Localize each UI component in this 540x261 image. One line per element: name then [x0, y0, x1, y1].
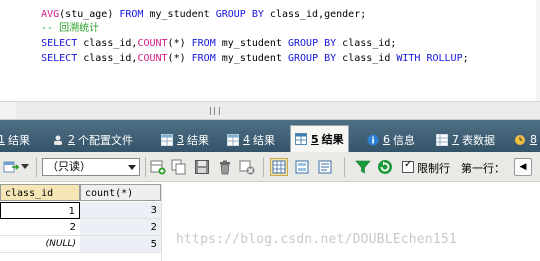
- cell-count[interactable]: 5: [80, 236, 161, 253]
- info-icon: i: [367, 134, 379, 146]
- column-header-class-id[interactable]: class_id: [0, 184, 80, 201]
- scrollbar-grip-icon[interactable]: [210, 107, 220, 115]
- table-icon: [227, 133, 239, 146]
- toolbar-divider: [36, 157, 37, 177]
- duplicate-row-icon[interactable]: [170, 158, 188, 176]
- horizontal-scrollbar[interactable]: [0, 101, 540, 120]
- filter-icon[interactable]: [354, 158, 372, 176]
- tab-label: 表数据: [462, 133, 495, 147]
- toolbar-divider: [145, 157, 146, 177]
- profile-icon: [52, 134, 64, 146]
- code-token: WITH ROLLUP: [396, 53, 463, 64]
- save-icon[interactable]: [193, 158, 211, 176]
- code-token: class_id,gender;: [263, 9, 367, 20]
- delete-row-icon[interactable]: [216, 158, 234, 176]
- tab-info[interactable]: i 6 信息: [367, 127, 415, 152]
- code-token: class_id: [336, 53, 397, 64]
- code-token: (*): [167, 53, 192, 64]
- cell-count[interactable]: 2: [80, 219, 161, 236]
- tab-label: 结果: [321, 133, 344, 146]
- first-row-label: 第一行：: [461, 162, 505, 175]
- tab-label: 结果: [187, 133, 209, 147]
- export-dropdown-icon[interactable]: [20, 158, 30, 176]
- form-view-icon[interactable]: [293, 158, 311, 176]
- svg-text:i: i: [371, 136, 374, 146]
- code-token: GROUP BY: [287, 53, 337, 64]
- cancel-changes-icon[interactable]: [238, 158, 256, 176]
- toolbar-divider: [344, 157, 345, 177]
- cell-count[interactable]: 3: [80, 202, 161, 219]
- table-row[interactable]: (NULL) 5: [0, 236, 161, 253]
- readonly-mode-select[interactable]: （只读）: [42, 158, 140, 176]
- tab-number: 8: [530, 133, 537, 146]
- tab-result-1[interactable]: 1 结果: [0, 127, 30, 152]
- code-token: my_student: [143, 9, 216, 20]
- limit-rows-label: 限制行: [417, 162, 450, 175]
- tab-number: 5: [311, 132, 319, 146]
- tab-result-3[interactable]: 3 结果: [161, 127, 209, 152]
- limit-rows-checkbox[interactable]: [402, 159, 414, 173]
- tab-label: 个配置文件: [78, 133, 133, 147]
- tab-number: 6: [383, 133, 390, 146]
- code-token: COUNT: [137, 53, 168, 64]
- editor-gutter: [536, 0, 540, 101]
- tab-number: 1: [0, 133, 5, 146]
- code-token: SELECT: [41, 53, 78, 64]
- code-token: ;: [462, 53, 469, 64]
- toolbar-divider: [263, 157, 264, 177]
- tab-table-data[interactable]: 7 表数据: [436, 127, 495, 152]
- history-icon: [514, 134, 526, 146]
- table-icon: [161, 133, 173, 146]
- insert-row-icon[interactable]: [149, 158, 167, 176]
- scrollbar-track-start: [0, 102, 16, 119]
- cell-class-id[interactable]: 1: [0, 202, 80, 219]
- code-token: GROUP BY: [215, 9, 264, 20]
- text-view-icon[interactable]: [316, 158, 334, 176]
- readonly-mode-value: （只读）: [47, 160, 91, 173]
- tab-number: 7: [452, 133, 459, 146]
- grid-border: [161, 184, 162, 261]
- watermark: https://blog.csdn.net/DOUBLEchen151: [176, 232, 457, 247]
- export-icon[interactable]: [2, 158, 20, 176]
- code-token: FROM: [119, 9, 144, 20]
- table-data-icon: [436, 133, 448, 146]
- result-tab-bar: 1结果 2个配置文件 3结果 4结果 5结果 i 6信息 7表数据: [0, 120, 540, 152]
- tab-result-5[interactable]: 5 结果: [290, 125, 349, 152]
- code-line-2: -- 回溯统计: [17, 8, 99, 34]
- tab-history[interactable]: 8: [514, 127, 540, 152]
- column-header-count[interactable]: count(*): [80, 184, 161, 201]
- code-line-4: SELECT class_id,COUNT(*) FROM my_student…: [17, 38, 469, 64]
- result-toolbar: （只读） 限制行 第一行： ◀: [0, 152, 540, 182]
- chevron-left-icon: ◀: [519, 162, 527, 172]
- chevron-down-icon: [128, 165, 136, 170]
- tab-result-4[interactable]: 4 结果: [227, 127, 275, 152]
- table-row[interactable]: 1 3: [0, 202, 161, 219]
- tab-label: 结果: [253, 133, 275, 147]
- tab-label: 结果: [8, 133, 30, 147]
- code-line-3: SELECT class_id,COUNT(*) FROM my_student…: [17, 23, 396, 49]
- tab-number: 3: [177, 133, 184, 146]
- code-token: class_id,: [77, 53, 138, 64]
- first-page-button[interactable]: ◀: [514, 158, 532, 176]
- table-icon: [295, 133, 307, 145]
- result-grid: class_id count(*) 1 3 2 2 (NULL) 5: [0, 182, 540, 261]
- cell-class-id[interactable]: 2: [0, 219, 80, 236]
- tab-number: 2: [68, 133, 75, 146]
- code-token: FROM: [191, 53, 216, 64]
- refresh-icon[interactable]: [376, 158, 394, 176]
- cell-class-id[interactable]: (NULL): [0, 236, 80, 253]
- tab-profiles[interactable]: 2 个配置文件: [52, 127, 133, 152]
- grid-view-icon[interactable]: [270, 158, 288, 176]
- tab-label: 信息: [393, 133, 415, 147]
- code-line-1: AVG(stu_age) FROM my_student GROUP BY cl…: [17, 0, 366, 20]
- sql-editor[interactable]: AVG(stu_age) FROM my_student GROUP BY cl…: [0, 0, 540, 101]
- table-row[interactable]: 2 2: [0, 219, 161, 236]
- tab-number: 4: [243, 133, 250, 146]
- code-token: my_student: [215, 53, 288, 64]
